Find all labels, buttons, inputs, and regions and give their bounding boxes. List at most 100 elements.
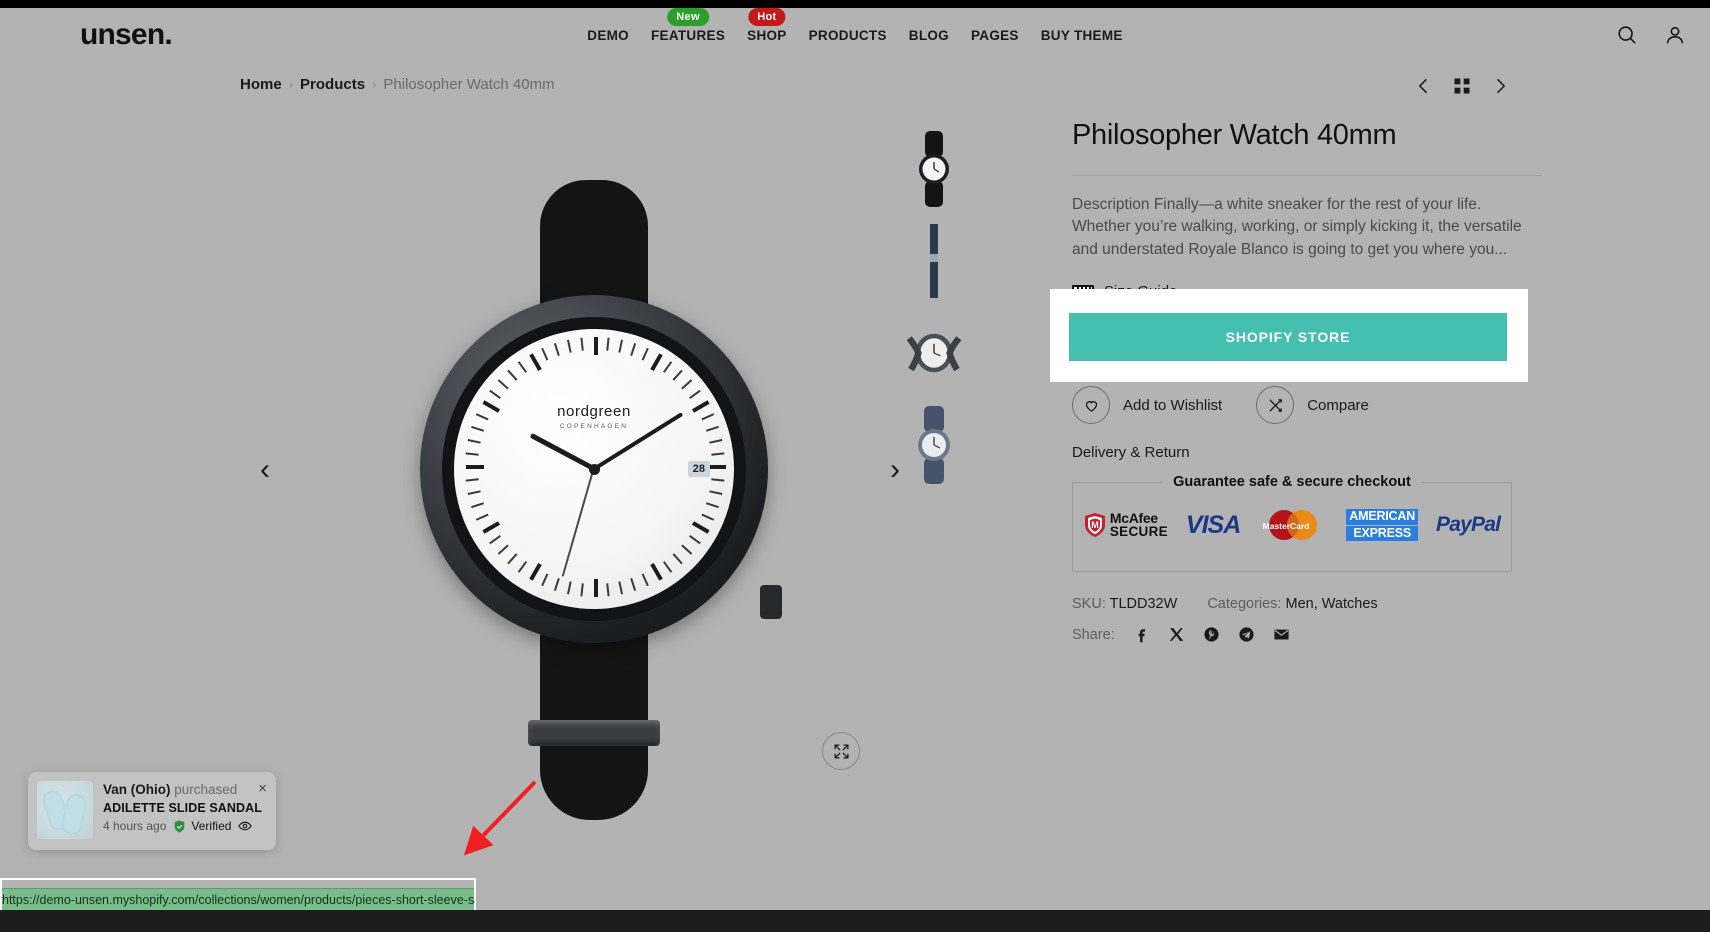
next-product-icon[interactable] <box>1490 76 1510 96</box>
verified-label: Verified <box>191 819 232 834</box>
breadcrumb: Home › Products › Philosopher Watch 40mm <box>240 76 555 93</box>
breadcrumb-products[interactable]: Products <box>300 76 365 93</box>
product-image-watch[interactable]: nordgreen COPENHAGEN 28 <box>410 180 782 820</box>
product-description: Description Finally—a white sneaker for … <box>1072 195 1522 258</box>
thumb-watch-strap[interactable] <box>900 217 968 305</box>
eye-icon[interactable] <box>238 819 253 833</box>
shopify-store-button[interactable]: SHOPIFY STORE <box>1069 313 1507 361</box>
notification-footer: 4 hours ago Verified <box>103 819 267 833</box>
nav-label: SHOP <box>747 27 787 43</box>
badge-hot: Hot <box>748 7 786 26</box>
notification-buyer: Van (Ohio) <box>103 782 171 797</box>
breadcrumb-separator: › <box>288 77 294 92</box>
badge-new: New <box>667 7 709 26</box>
product-thumbnail-list <box>900 125 970 493</box>
divider <box>1072 174 1542 176</box>
pinterest-icon[interactable] <box>1203 626 1220 643</box>
product-action-row: Add to Wishlist Compare <box>1072 386 1369 424</box>
watch-tick <box>482 521 501 534</box>
compare-label: Compare <box>1307 396 1369 414</box>
thumb-watch-blue[interactable] <box>900 401 968 489</box>
nav-item-products[interactable]: PRODUCTS <box>809 28 887 43</box>
grid-view-icon[interactable] <box>1452 76 1472 96</box>
watch-tick <box>489 534 501 545</box>
breadcrumb-home[interactable]: Home <box>240 76 282 93</box>
heart-icon <box>1072 386 1110 424</box>
thumb-watch-angle[interactable] <box>900 309 968 397</box>
page-root: unsen. DEMO New FEATURES Hot SHOP PRODUC… <box>0 0 1710 932</box>
watch-tick <box>580 583 584 597</box>
sku-label: SKU: <box>1072 596 1106 612</box>
sales-notification-popup[interactable]: Van (Ohio) purchased ADILETTE SLIDE SAND… <box>28 772 276 850</box>
watch-brand: nordgreen COPENHAGEN <box>454 403 734 430</box>
site-header: unsen. DEMO New FEATURES Hot SHOP PRODUC… <box>8 7 1702 62</box>
sku-value: TLDD32W <box>1109 596 1178 612</box>
nav-item-buy-theme[interactable]: BUY THEME <box>1041 28 1123 43</box>
watch-tick <box>465 452 479 456</box>
watch-dial: nordgreen COPENHAGEN 28 <box>454 329 734 609</box>
mastercard-badge: MasterCard <box>1258 509 1328 541</box>
wishlist-label: Add to Wishlist <box>1123 396 1223 414</box>
watch-buckle <box>528 720 660 746</box>
watch-tick <box>553 343 560 357</box>
product-summary: Philosopher Watch 40mm Description Final… <box>1072 118 1542 300</box>
delivery-return-link[interactable]: Delivery & Return <box>1072 444 1190 461</box>
facebook-icon[interactable] <box>1133 626 1150 643</box>
watch-tick <box>709 438 723 444</box>
email-icon[interactable] <box>1273 626 1290 643</box>
account-icon[interactable] <box>1664 24 1686 46</box>
watch-tick <box>507 553 518 565</box>
notification-close-icon[interactable]: × <box>258 780 267 797</box>
notification-product-name: ADILETTE SLIDE SANDAL <box>103 801 263 816</box>
notification-time: 4 hours ago <box>103 819 167 834</box>
watch-tick <box>711 478 725 482</box>
mcafee-line1: McAfee <box>1109 510 1158 527</box>
breadcrumb-separator: › <box>372 77 377 92</box>
watch-tick <box>691 521 710 534</box>
gallery-prev-arrow[interactable]: ‹ <box>260 453 270 487</box>
prev-product-icon[interactable] <box>1414 76 1434 96</box>
status-bar-url: https://demo-unsen.myshopify.com/collect… <box>2 892 474 907</box>
watch-tick <box>662 361 673 373</box>
gallery-next-arrow[interactable]: › <box>890 453 900 487</box>
watch-pivot <box>588 463 600 475</box>
watch-tick <box>662 561 673 573</box>
add-to-wishlist-button[interactable]: Add to Wishlist <box>1072 386 1222 424</box>
main-navigation: DEMO New FEATURES Hot SHOP PRODUCTS BLOG… <box>8 7 1702 62</box>
amex-line2: EXPRESS <box>1346 525 1419 541</box>
guarantee-title: Guarantee safe & secure checkout <box>1163 474 1421 490</box>
nav-item-blog[interactable]: BLOG <box>909 28 949 43</box>
categories-value[interactable]: Men, Watches <box>1286 596 1378 612</box>
watch-tick <box>517 361 528 373</box>
watch-bezel: nordgreen COPENHAGEN 28 <box>442 317 746 621</box>
compare-button[interactable]: Compare <box>1256 386 1369 424</box>
svg-text:MasterCard: MasterCard <box>1263 521 1310 531</box>
x-twitter-icon[interactable] <box>1168 626 1185 643</box>
watch-tick <box>650 562 663 581</box>
nav-item-shop[interactable]: Hot SHOP <box>747 7 787 43</box>
watch-tick <box>594 337 598 355</box>
mcafee-line2: SECURE <box>1109 524 1168 540</box>
watch-tick <box>471 502 485 509</box>
categories-label: Categories: <box>1207 596 1282 612</box>
watch-tick <box>711 452 725 456</box>
search-icon[interactable] <box>1616 24 1638 46</box>
nav-item-demo[interactable]: DEMO <box>587 28 629 43</box>
nav-item-pages[interactable]: PAGES <box>971 28 1019 43</box>
watch-tick <box>467 438 481 444</box>
telegram-icon[interactable] <box>1238 626 1255 643</box>
watch-brand-sub: COPENHAGEN <box>559 423 629 430</box>
notification-product-image <box>37 781 93 839</box>
watch-tick <box>630 343 637 357</box>
notification-body: Van (Ohio) purchased ADILETTE SLIDE SAND… <box>103 780 267 841</box>
nav-item-features[interactable]: New FEATURES <box>651 7 725 43</box>
image-zoom-button[interactable] <box>822 732 860 770</box>
watch-tick <box>489 389 501 400</box>
thumb-watch-front[interactable] <box>900 125 968 213</box>
paypal-badge: PayPal <box>1436 513 1501 536</box>
browser-status-bar: https://demo-unsen.myshopify.com/collect… <box>0 888 474 910</box>
watch-tick <box>641 347 649 361</box>
watch-tick <box>541 347 549 361</box>
watch-tick <box>467 490 481 496</box>
watch-tick <box>672 369 683 381</box>
